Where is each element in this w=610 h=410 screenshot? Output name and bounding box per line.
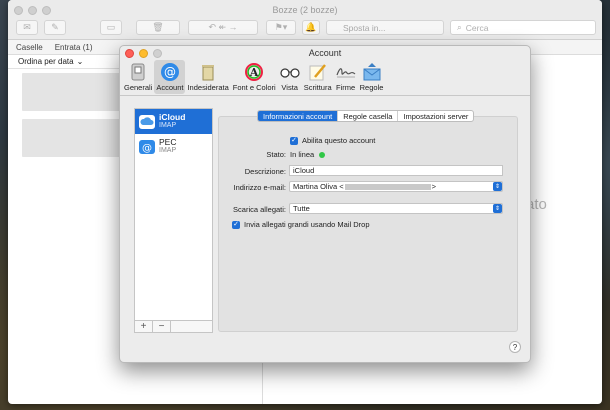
reply-forward-buttons[interactable]: ↶ ↞ →: [188, 20, 258, 35]
move-to-button[interactable]: Sposta in...: [326, 20, 444, 35]
accounts-list: iCloud IMAP @ PEC IMAP: [134, 108, 213, 332]
font-icon: A: [244, 62, 264, 82]
flag-button[interactable]: ⚑▾: [266, 20, 296, 35]
trash-icon: [198, 62, 218, 82]
status-value: In linea: [290, 150, 326, 159]
enable-account-checkbox[interactable]: ✓ Abilita questo account: [290, 136, 375, 145]
search-placeholder: Cerca: [465, 22, 489, 33]
tab-impostazioni-server[interactable]: Impostazioni server: [398, 111, 473, 121]
account-type: IMAP: [159, 147, 177, 154]
svg-text:@: @: [164, 65, 176, 79]
get-mail-button[interactable]: ✉: [16, 20, 38, 35]
prefs-toolbar: Generali @ Account Indesiderata A Font e…: [120, 60, 530, 96]
remove-account-button[interactable]: −: [153, 321, 171, 332]
checkmark-icon: ✓: [290, 136, 298, 145]
svg-text:A: A: [249, 66, 259, 79]
mute-button[interactable]: 🔔: [302, 20, 320, 35]
trash-icon: 🗑: [152, 22, 164, 32]
updown-chevron-icon: ⇕: [493, 204, 502, 213]
archive-button[interactable]: ▭: [100, 20, 122, 35]
prefs-title: Account: [308, 48, 342, 58]
maildrop-checkbox[interactable]: ✓ Invia allegati grandi usando Mail Drop: [232, 220, 370, 229]
checkmark-icon: ✓: [232, 220, 240, 229]
account-type: IMAP: [159, 122, 177, 129]
archive-icon: ▭: [106, 22, 116, 32]
toolbar-account[interactable]: @ Account: [154, 60, 186, 94]
download-attachments-label: Scarica allegati:: [233, 205, 286, 214]
compose-button[interactable]: ✎: [44, 20, 66, 35]
accounts-list-controls: + −: [134, 320, 213, 333]
reply-icon: ↶ ↞ →: [208, 22, 238, 32]
mail-window-title: Bozze (2 bozze): [272, 5, 338, 15]
toolbar-generali[interactable]: Generali: [122, 60, 154, 94]
bell-icon: 🔔: [305, 22, 317, 32]
delete-junk-button[interactable]: 🗑: [136, 20, 180, 35]
at-icon: @: [160, 62, 180, 82]
tab-informazioni-account[interactable]: Informazioni account: [258, 111, 339, 121]
description-label: Descrizione:: [244, 167, 286, 176]
account-item-icloud[interactable]: iCloud IMAP: [135, 109, 212, 134]
at-icon: @: [139, 139, 155, 154]
compose-icon: ✎: [51, 22, 59, 32]
email-address-select[interactable]: Martina Oliva < > ⇕: [289, 181, 503, 192]
toolbar-regole[interactable]: Regole: [358, 60, 386, 94]
mail-titlebar: Bozze (2 bozze) ✉ ✎ ▭ 🗑 ↶ ↞ → ⚑▾ 🔔 Spost…: [8, 0, 602, 40]
chevron-down-icon: ⌄: [76, 57, 84, 66]
help-button[interactable]: ?: [509, 341, 521, 353]
tab-regole-casella[interactable]: Regole casella: [338, 111, 399, 121]
toolbar-font-e-colori[interactable]: A Font e Colori: [231, 60, 278, 94]
svg-text:@: @: [142, 143, 152, 154]
signature-icon: [336, 62, 356, 82]
email-label: Indirizzo e-mail:: [233, 183, 286, 192]
glasses-icon: [280, 62, 300, 82]
toolbar-scrittura[interactable]: Scrittura: [302, 60, 334, 94]
search-icon: ⌕: [457, 22, 462, 32]
envelope-icon: [362, 62, 382, 82]
description-input[interactable]: iCloud: [289, 165, 503, 176]
add-account-button[interactable]: +: [135, 321, 153, 332]
status-label: Stato:: [266, 150, 286, 159]
favorites-inbox[interactable]: Entrata (1): [55, 43, 93, 52]
redacted-email: [344, 183, 431, 190]
toolbar-indesiderata[interactable]: Indesiderata: [185, 60, 230, 94]
flag-icon: ⚑▾: [274, 22, 288, 32]
toolbar-vista[interactable]: Vista: [278, 60, 302, 94]
prefs-titlebar: Account: [120, 46, 530, 60]
cloud-icon: [139, 114, 155, 129]
download-attachments-select[interactable]: Tutte ⇕: [289, 203, 503, 214]
updown-chevron-icon: ⇕: [493, 182, 502, 191]
online-status-icon: [319, 151, 326, 158]
preferences-window: Account Generali @ Account Indesiderata …: [119, 45, 531, 363]
pencil-icon: [308, 62, 328, 82]
toolbar-firme[interactable]: Firme: [334, 60, 358, 94]
switch-icon: [128, 62, 148, 82]
account-name: iCloud: [159, 112, 186, 122]
search-field[interactable]: ⌕ Cerca: [450, 20, 596, 35]
envelope-icon: ✉: [23, 22, 31, 32]
favorites-mailboxes[interactable]: Caselle: [16, 43, 43, 52]
account-name: PEC: [159, 137, 177, 147]
account-tabs: Informazioni account Regole casella Impo…: [257, 110, 475, 122]
